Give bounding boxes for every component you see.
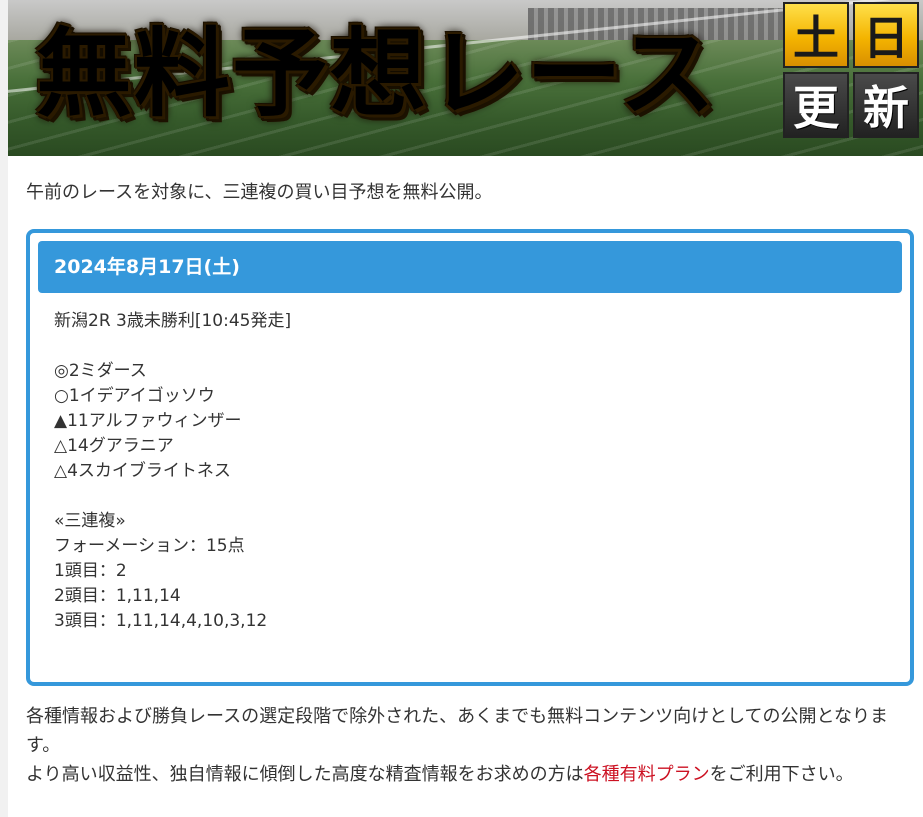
leg-item: 3頭目：1,11,14,4,10,3,12 — [54, 611, 268, 631]
leg-item: 1頭目：2 — [54, 561, 127, 581]
prediction-card: 2024年8月17日(土) 新潟2R 3歳未勝利[10:45発走] ◎2ミダース… — [26, 229, 914, 686]
badge-sat: 土 — [783, 2, 849, 68]
leg-item: 2頭目：1,11,14 — [54, 586, 181, 606]
badge-update-1: 更 — [783, 72, 849, 138]
pick-item: ○1イデアイゴッソウ — [54, 386, 215, 406]
page: 無料予想レース 土 日 更 新 午前のレースを対象に、三連複の買い目予想を無料公… — [8, 0, 923, 817]
footer-line-2-after: をご利用下さい。 — [709, 764, 854, 785]
paid-plans-link[interactable]: 各種有料プラン — [584, 764, 710, 785]
formation-count: フォーメーション：15点 — [54, 536, 245, 556]
race-info: 新潟2R 3歳未勝利[10:45発走] — [54, 311, 292, 331]
badge-update-2: 新 — [853, 72, 919, 138]
pick-item: △4スカイブライトネス — [54, 461, 231, 481]
card-body: 新潟2R 3歳未勝利[10:45発走] ◎2ミダース ○1イデアイゴッソウ ▲1… — [54, 309, 291, 634]
hero-title: 無料予想レース — [36, 4, 717, 144]
footer-line-2-before: より高い収益性、独自情報に傾倒した高度な精査情報をお求めの方は — [26, 764, 584, 785]
badge-sun: 日 — [853, 2, 919, 68]
intro-text: 午前のレースを対象に、三連複の買い目予想を無料公開。 — [26, 182, 493, 203]
pick-item: ▲11アルファウィンザー — [54, 411, 242, 431]
footer-notice: 各種情報および勝負レースの選定段階で除外された、あくまでも無料コンテンツ向けとし… — [26, 702, 916, 789]
card-date-header: 2024年8月17日(土) — [38, 241, 902, 293]
bet-type: «三連複» — [54, 511, 126, 531]
pick-item: ◎2ミダース — [54, 361, 147, 381]
pick-item: △14グアラニア — [54, 436, 174, 456]
update-badges: 土 日 更 新 — [783, 2, 921, 140]
hero-banner: 無料予想レース 土 日 更 新 — [8, 0, 923, 156]
footer-line-1: 各種情報および勝負レースの選定段階で除外された、あくまでも無料コンテンツ向けとし… — [26, 706, 889, 756]
footer-line-2: より高い収益性、独自情報に傾倒した高度な精査情報をお求めの方は各種有料プランをご… — [26, 760, 916, 789]
